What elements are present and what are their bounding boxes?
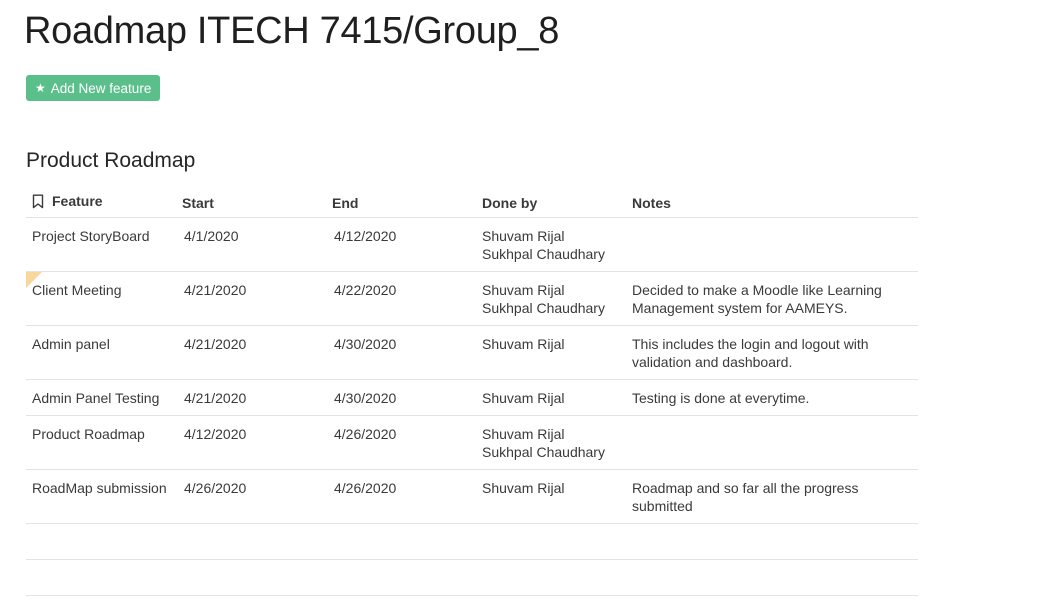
empty-cell[interactable] xyxy=(326,523,476,560)
table-row[interactable]: Admin Panel Testing 4/21/2020 4/30/2020 … xyxy=(26,379,918,416)
notes-cell[interactable]: Roadmap and so far all the progress subm… xyxy=(626,469,918,524)
empty-cell[interactable] xyxy=(26,559,176,596)
feature-label: Client Meeting xyxy=(32,282,122,298)
column-header-feature-label: Feature xyxy=(52,193,103,210)
bookmark-icon xyxy=(32,194,44,209)
table-row[interactable]: RoadMap submission 4/26/2020 4/26/2020 S… xyxy=(26,469,918,524)
feature-cell[interactable]: Product Roadmap xyxy=(26,415,176,470)
empty-row[interactable] xyxy=(26,523,918,560)
done-by-cell[interactable]: Shuvam Rijal Sukhpal Chaudhary xyxy=(476,415,626,470)
start-cell[interactable]: 4/1/2020 xyxy=(176,217,326,272)
empty-cell[interactable] xyxy=(476,523,626,560)
end-cell[interactable]: 4/30/2020 xyxy=(326,379,476,416)
column-header-start[interactable]: Start xyxy=(176,188,326,218)
roadmap-table: Feature Start End Done by Notes Project … xyxy=(26,188,918,596)
end-cell[interactable]: 4/30/2020 xyxy=(326,325,476,380)
person-name: Sukhpal Chaudhary xyxy=(482,444,605,460)
done-by-cell[interactable]: Shuvam Rijal xyxy=(476,325,626,380)
table-header-row: Feature Start End Done by Notes xyxy=(26,188,918,218)
empty-cell[interactable] xyxy=(176,523,326,560)
table-row[interactable]: Product Roadmap 4/12/2020 4/26/2020 Shuv… xyxy=(26,415,918,470)
start-cell[interactable]: 4/26/2020 xyxy=(176,469,326,524)
column-header-end[interactable]: End xyxy=(326,188,476,218)
person-name: Shuvam Rijal xyxy=(482,390,565,406)
table-row[interactable]: Project StoryBoard 4/1/2020 4/12/2020 Sh… xyxy=(26,217,918,272)
done-by-cell[interactable]: Shuvam Rijal xyxy=(476,379,626,416)
page-title: Roadmap ITECH 7415/Group_8 xyxy=(24,10,560,52)
start-cell[interactable]: 4/21/2020 xyxy=(176,325,326,380)
column-header-done-by[interactable]: Done by xyxy=(476,188,626,218)
add-new-feature-label: Add New feature xyxy=(50,80,152,96)
feature-cell[interactable]: RoadMap submission xyxy=(26,469,176,524)
empty-cell[interactable] xyxy=(476,559,626,596)
column-header-notes[interactable]: Notes xyxy=(626,188,918,218)
empty-cell[interactable] xyxy=(626,523,918,560)
done-by-cell[interactable]: Shuvam Rijal Sukhpal Chaudhary xyxy=(476,217,626,272)
person-name: Shuvam Rijal xyxy=(482,480,565,496)
notes-cell[interactable]: This includes the login and logout with … xyxy=(626,325,918,380)
person-name: Sukhpal Chaudhary xyxy=(482,246,605,262)
empty-row[interactable] xyxy=(26,559,918,596)
empty-cell[interactable] xyxy=(626,559,918,596)
empty-cell[interactable] xyxy=(176,559,326,596)
empty-cell[interactable] xyxy=(26,523,176,560)
person-name: Shuvam Rijal xyxy=(482,228,565,244)
notes-cell[interactable]: Decided to make a Moodle like Learning M… xyxy=(626,271,918,326)
feature-cell[interactable]: Project StoryBoard xyxy=(26,217,176,272)
add-new-feature-button[interactable]: ★ Add New feature xyxy=(26,75,161,101)
done-by-cell[interactable]: Shuvam Rijal xyxy=(476,469,626,524)
start-cell[interactable]: 4/21/2020 xyxy=(176,271,326,326)
feature-cell[interactable]: Admin Panel Testing xyxy=(26,379,176,416)
start-cell[interactable]: 4/12/2020 xyxy=(176,415,326,470)
notes-cell[interactable] xyxy=(626,217,918,272)
start-cell[interactable]: 4/21/2020 xyxy=(176,379,326,416)
comment-flag-icon[interactable] xyxy=(26,272,42,288)
person-name: Shuvam Rijal xyxy=(482,282,565,298)
end-cell[interactable]: 4/12/2020 xyxy=(326,217,476,272)
table-row[interactable]: Admin panel 4/21/2020 4/30/2020 Shuvam R… xyxy=(26,325,918,380)
end-cell[interactable]: 4/22/2020 xyxy=(326,271,476,326)
end-cell[interactable]: 4/26/2020 xyxy=(326,469,476,524)
notes-cell[interactable]: Testing is done at everytime. xyxy=(626,379,918,416)
empty-cell[interactable] xyxy=(326,559,476,596)
person-name: Sukhpal Chaudhary xyxy=(482,300,605,316)
feature-cell[interactable]: Client Meeting xyxy=(26,271,176,326)
person-name: Shuvam Rijal xyxy=(482,426,565,442)
end-cell[interactable]: 4/26/2020 xyxy=(326,415,476,470)
section-title: Product Roadmap xyxy=(26,149,196,172)
feature-cell[interactable]: Admin panel xyxy=(26,325,176,380)
column-header-feature[interactable]: Feature xyxy=(26,188,176,218)
notes-cell[interactable] xyxy=(626,415,918,470)
person-name: Shuvam Rijal xyxy=(482,336,565,352)
table-row[interactable]: Client Meeting 4/21/2020 4/22/2020 Shuva… xyxy=(26,271,918,326)
done-by-cell[interactable]: Shuvam Rijal Sukhpal Chaudhary xyxy=(476,271,626,326)
star-icon: ★ xyxy=(35,81,46,95)
